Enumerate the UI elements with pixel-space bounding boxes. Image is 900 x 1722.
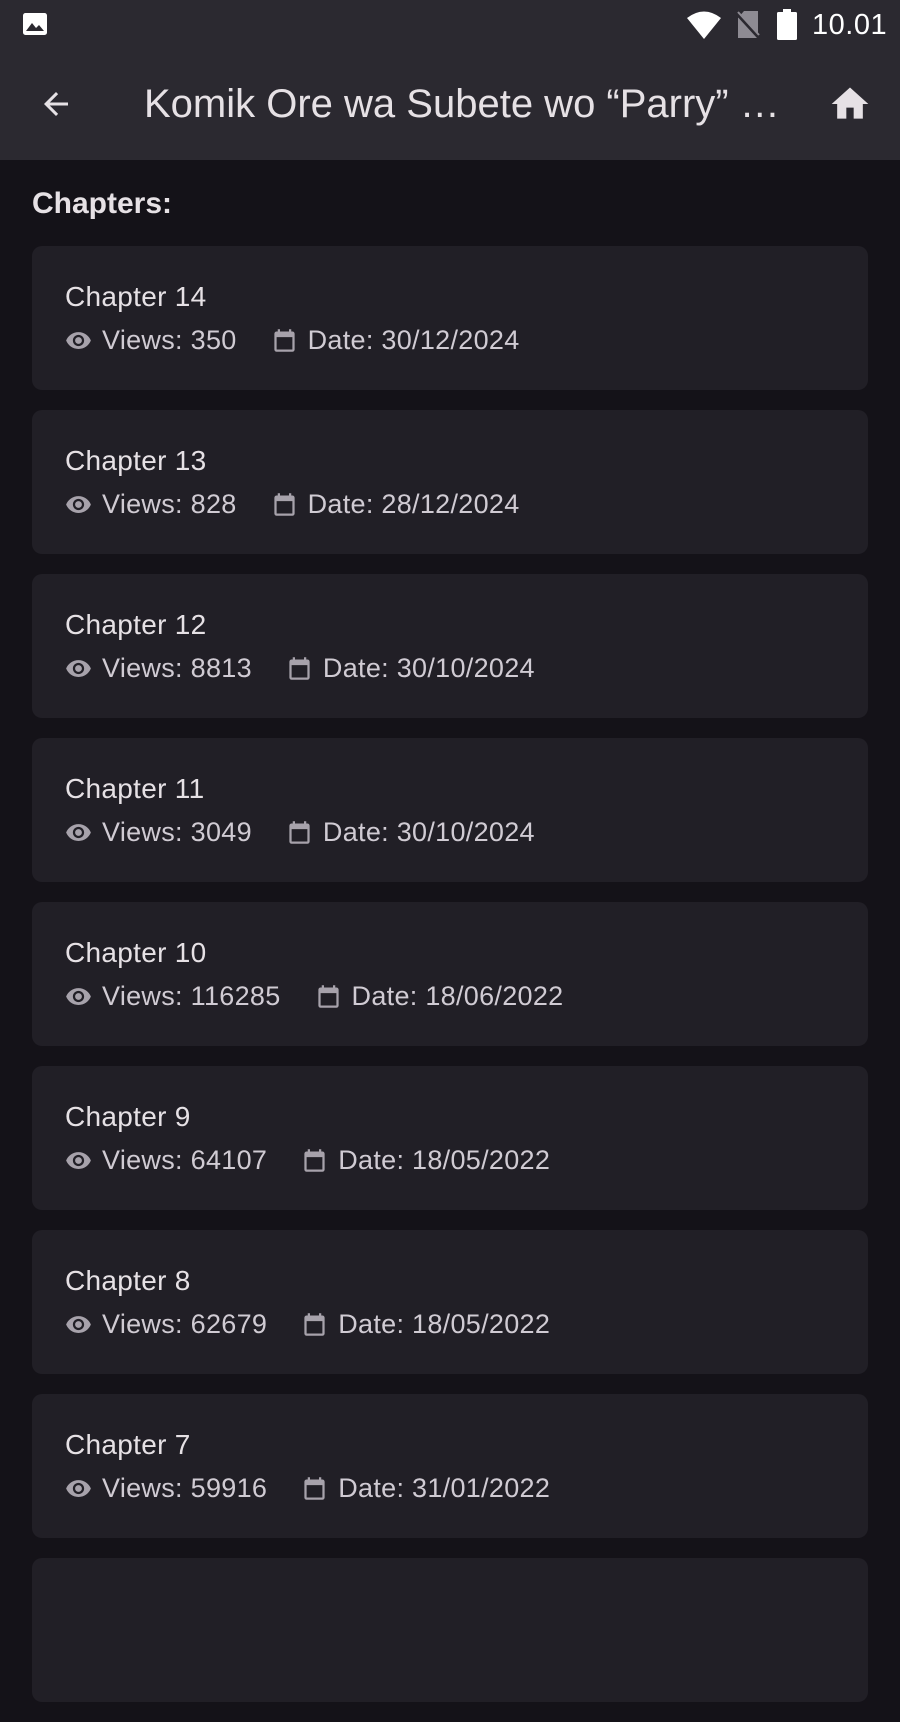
chapter-card[interactable]: Chapter 12 Views: 8813 Date: 30/10/2024 (32, 574, 868, 718)
chapter-views: Views: 64107 (102, 1144, 268, 1175)
calendar-icon (304, 1312, 325, 1336)
eye-icon (66, 659, 91, 677)
chapter-views: Views: 8813 (102, 652, 252, 683)
chapter-title: Chapter 12 (65, 609, 207, 640)
chapter-title: Chapter 7 (65, 1429, 191, 1460)
calendar-icon (317, 984, 339, 1008)
chapter-title: Chapter 9 (65, 1101, 191, 1132)
chapter-date: Date: 18/05/2022 (338, 1144, 551, 1175)
eye-icon (66, 1315, 91, 1333)
chapter-card[interactable]: Chapter 10 Views: 116285 Date: 18/06/202… (32, 902, 868, 1046)
wifi-icon (687, 11, 721, 39)
chapter-card[interactable] (32, 1558, 868, 1702)
chapter-title: Chapter 14 (65, 281, 207, 312)
chapter-list: Chapter 14 Views: 350 Date: 30/12/2024 C… (32, 246, 868, 1722)
back-button[interactable] (24, 76, 88, 132)
chapter-views: Views: 350 (102, 324, 237, 355)
chapter-card[interactable]: Chapter 8 Views: 62679 Date: 18/05/2022 (32, 1230, 868, 1374)
chapter-title: Chapter 10 (65, 937, 207, 968)
eye-icon (66, 987, 91, 1005)
chapter-meta: Views: 62679 Date: 18/05/2022 (65, 1306, 550, 1342)
calendar-icon (304, 1476, 325, 1500)
eye-icon (66, 1479, 91, 1497)
arrow-back-icon (44, 92, 68, 116)
calendar-icon (289, 656, 310, 680)
chapter-card[interactable]: Chapter 7 Views: 59916 Date: 31/01/2022 (32, 1394, 868, 1538)
chapter-views: Views: 116285 (102, 980, 281, 1011)
gallery-icon (23, 13, 47, 35)
chapter-title: Chapter 13 (65, 445, 207, 476)
page-title: Komik Ore wa Subete wo “Parry” suru (144, 82, 784, 126)
chapter-title: Chapter 11 (65, 773, 205, 804)
home-button[interactable] (818, 76, 882, 132)
chapter-meta: Views: 64107 Date: 18/05/2022 (65, 1142, 550, 1178)
chapters-heading: Chapters: (32, 187, 173, 220)
eye-icon (66, 331, 91, 349)
eye-icon (66, 1151, 91, 1169)
chapter-views: Views: 3049 (102, 816, 252, 847)
chapter-views: Views: 828 (102, 488, 237, 519)
chapter-meta: Views: 350 Date: 30/12/2024 (65, 322, 520, 358)
chapter-meta: Views: 116285 Date: 18/06/2022 (65, 978, 564, 1014)
chapter-date: Date: 31/01/2022 (338, 1472, 551, 1503)
chapter-card[interactable]: Chapter 11 Views: 3049 Date: 30/10/2024 (32, 738, 868, 882)
calendar-icon (304, 1148, 325, 1172)
calendar-icon (273, 492, 295, 516)
chapter-date: Date: 30/10/2024 (322, 816, 535, 847)
app-bar: Komik Ore wa Subete wo “Parry” suru (0, 50, 900, 160)
chapter-meta: Views: 59916 Date: 31/01/2022 (65, 1470, 550, 1506)
eye-icon (66, 495, 91, 513)
chapter-card[interactable]: Chapter 14 Views: 350 Date: 30/12/2024 (32, 246, 868, 390)
chapter-card[interactable]: Chapter 9 Views: 64107 Date: 18/05/2022 (32, 1066, 868, 1210)
status-bar: 10.01 (0, 0, 900, 50)
chapter-card[interactable]: Chapter 13 Views: 828 Date: 28/12/2024 (32, 410, 868, 554)
eye-icon (66, 823, 91, 841)
chapter-date: Date: 28/12/2024 (307, 488, 520, 519)
battery-icon (777, 9, 797, 40)
status-time: 10.01 (812, 9, 888, 41)
chapter-views: Views: 59916 (102, 1472, 268, 1503)
calendar-icon (273, 328, 295, 352)
home-icon (831, 87, 869, 119)
chapter-meta: Views: 828 Date: 28/12/2024 (65, 486, 520, 522)
chapter-date: Date: 18/05/2022 (338, 1308, 551, 1339)
chapter-title: Chapter 8 (65, 1265, 191, 1296)
chapter-views: Views: 62679 (102, 1308, 268, 1339)
chapter-date: Date: 18/06/2022 (351, 980, 564, 1011)
chapter-date: Date: 30/12/2024 (307, 324, 520, 355)
chapter-date: Date: 30/10/2024 (322, 652, 535, 683)
chapter-meta: Views: 3049 Date: 30/10/2024 (65, 814, 535, 850)
calendar-icon (289, 820, 310, 844)
no-sim-icon (736, 11, 760, 40)
chapter-meta: Views: 8813 Date: 30/10/2024 (65, 650, 535, 686)
